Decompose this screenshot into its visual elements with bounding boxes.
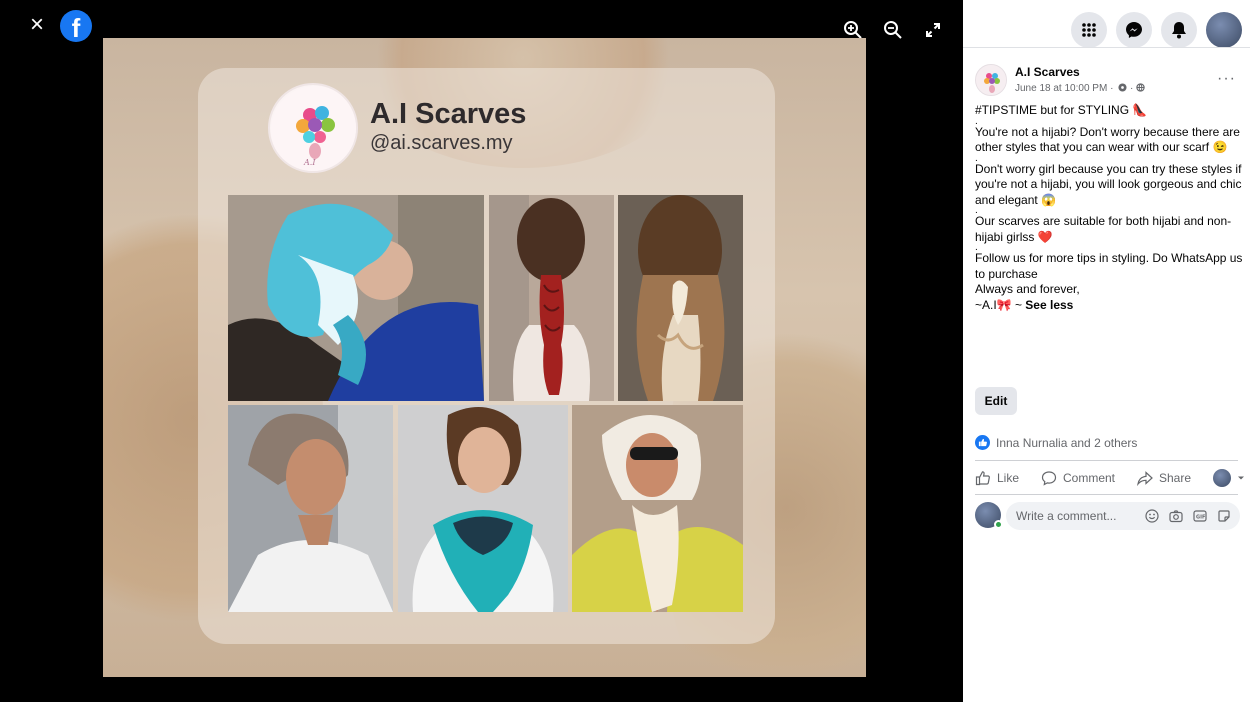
svg-text:GIF: GIF <box>1196 515 1205 521</box>
timestamp-text[interactable]: June 18 at 10:00 PM · <box>1015 83 1113 94</box>
post-line: Don't worry girl because you can try the… <box>975 161 1242 207</box>
post-line: #TIPSTIME but for STYLING 👠 <box>975 103 1148 117</box>
post-signature-line: ~A.I🎀 ~ See less <box>975 298 1243 314</box>
audience-selector[interactable] <box>1212 469 1245 487</box>
privacy-icon <box>1118 83 1127 92</box>
comment-icon <box>1041 471 1057 486</box>
fullscreen-icon[interactable] <box>921 18 945 42</box>
page-name[interactable]: A.I Scarves <box>1015 65 1080 79</box>
share-icon <box>1137 471 1153 486</box>
like-icon <box>975 471 990 486</box>
brand-name: A.I Scarves <box>370 98 527 130</box>
sticker-icon[interactable] <box>1216 508 1232 524</box>
notifications-icon[interactable] <box>1161 12 1197 48</box>
post-image: A.I A.I Scarves @ai.scarves.my <box>103 38 866 677</box>
top-bar <box>1071 12 1242 48</box>
image-card: A.I A.I Scarves @ai.scarves.my <box>198 68 775 644</box>
like-button[interactable]: Like <box>975 470 1019 486</box>
more-options-button[interactable]: ··· <box>1217 70 1236 88</box>
online-indicator <box>994 520 1003 529</box>
post-timestamp[interactable]: June 18 at 10:00 PM · · <box>1015 83 1145 94</box>
reactions-text[interactable]: Inna Nurnalia and 2 others <box>996 436 1137 450</box>
messenger-icon[interactable] <box>1116 12 1152 48</box>
share-button[interactable]: Share <box>1137 470 1191 486</box>
like-label[interactable]: Like <box>997 471 1019 485</box>
reactions-summary[interactable]: Inna Nurnalia and 2 others <box>975 435 1137 450</box>
comment-button[interactable]: Comment <box>1041 470 1115 486</box>
camera-icon[interactable] <box>1168 508 1184 524</box>
audience-avatar <box>1212 469 1231 487</box>
menu-grid-icon[interactable] <box>1071 12 1107 48</box>
photo-tile <box>572 405 743 612</box>
share-label[interactable]: Share <box>1159 471 1191 485</box>
facebook-logo[interactable]: f <box>60 10 92 42</box>
divider <box>975 460 1238 461</box>
post-side-panel: A.I Scarves June 18 at 10:00 PM · · ··· … <box>963 0 1250 702</box>
post-line: Follow us for more tips in styling. Do W… <box>975 251 1243 281</box>
brand-logo: A.I <box>268 83 358 173</box>
post-line: You're not a hijabi? Don't worry because… <box>975 124 1240 155</box>
edit-button[interactable]: Edit <box>975 387 1017 415</box>
photo-tile <box>618 195 743 401</box>
post-actions: Like Comment Share <box>975 466 1245 490</box>
close-button[interactable]: × <box>26 13 48 37</box>
photo-tile <box>489 195 614 401</box>
comment-input[interactable] <box>1016 502 1146 530</box>
see-less-link[interactable]: See less <box>1025 298 1073 312</box>
comment-tools: GIF <box>1144 508 1232 524</box>
comment-box[interactable]: GIF <box>1006 502 1240 530</box>
gif-icon[interactable]: GIF <box>1192 508 1208 524</box>
page-avatar[interactable] <box>975 64 1007 96</box>
profile-avatar[interactable] <box>1206 12 1242 48</box>
emoji-icon[interactable] <box>1144 508 1160 524</box>
photo-tile <box>398 405 568 612</box>
photo-tile <box>228 195 484 401</box>
post-text: #TIPSTIME but for STYLING 👠 . You're not… <box>975 103 1243 313</box>
divider <box>963 47 1250 48</box>
signature: ~A.I🎀 ~ <box>975 297 1026 312</box>
chevron-down-icon <box>1237 476 1244 480</box>
photo-viewer: × f A.I A.I Scarves @ai.scarves.my <box>0 0 963 702</box>
brand-handle: @ai.scarves.my <box>370 132 513 154</box>
zoom-out-icon[interactable] <box>881 18 905 42</box>
post-line: Always and forever, <box>975 282 1080 296</box>
divider <box>975 494 1238 495</box>
like-reaction-icon <box>975 435 990 450</box>
post-line: Our scarves are suitable for both hijabi… <box>975 214 1232 244</box>
globe-icon <box>1136 83 1145 92</box>
svg-text:A.I: A.I <box>303 158 316 167</box>
comment-label[interactable]: Comment <box>1063 471 1115 485</box>
photo-tile <box>228 405 393 612</box>
